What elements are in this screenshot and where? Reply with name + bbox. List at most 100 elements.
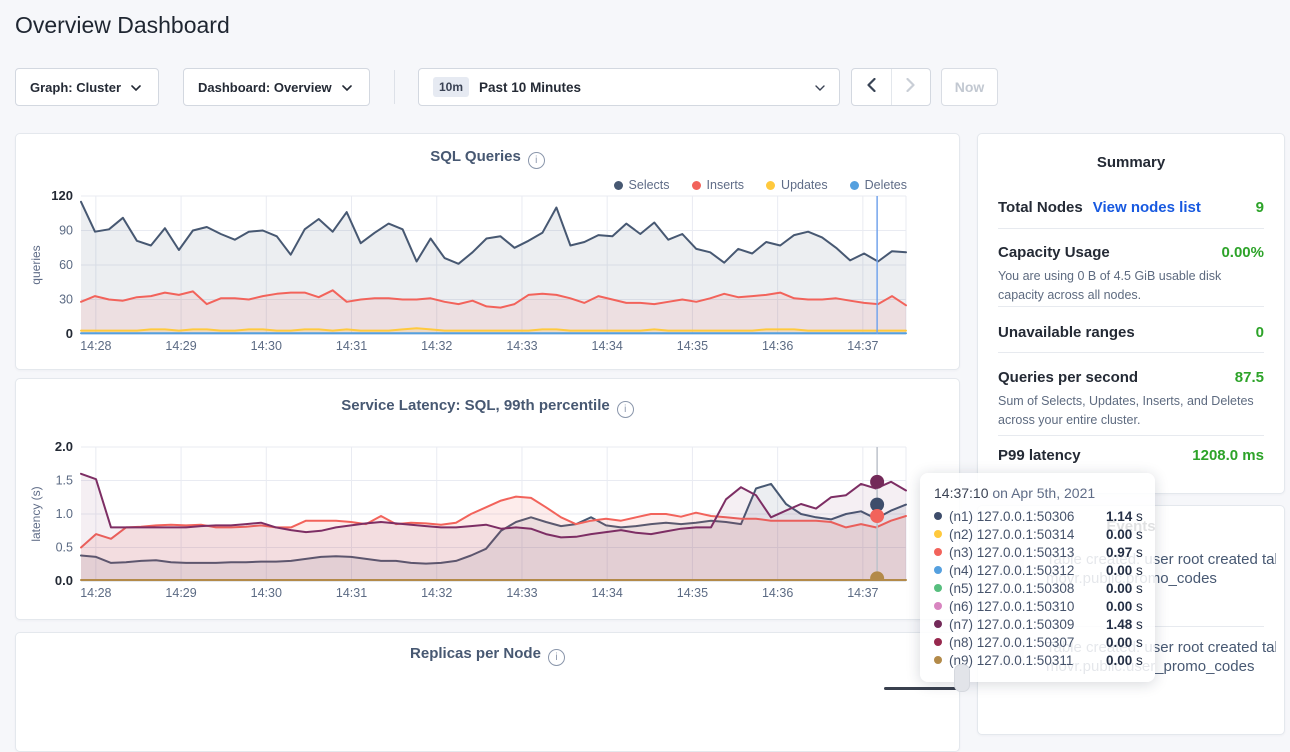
node-color-dot [934,512,942,520]
tooltip-row: (n1) 127.0.0.1:50306 1.14 s [934,507,1141,525]
summary-label: P99 latency [998,447,1081,464]
dashboard-dropdown-label: Dashboard: Overview [198,80,332,95]
summary-value: 1208.0 ms [1192,447,1264,464]
node-color-dot [934,584,942,592]
node-address: (n8) 127.0.0.1:50307 [949,635,1099,650]
node-value: 0.97 s [1106,545,1143,560]
divider [998,228,1264,229]
node-color-dot [934,620,942,628]
node-value: 0.00 s [1106,599,1143,614]
node-color-dot [934,530,942,538]
svg-text:14:37: 14:37 [847,586,878,600]
svg-text:14:32: 14:32 [421,339,452,353]
info-icon[interactable] [548,649,565,666]
service-latency-card: Service Latency: SQL, 99th percentile 14… [15,378,960,620]
summary-row-p99: P99 latency 1208.0 ms [998,447,1264,464]
node-address: (n1) 127.0.0.1:50306 [949,509,1099,524]
tooltip-row: (n4) 127.0.0.1:50312 0.00 s [934,561,1141,579]
svg-text:14:31: 14:31 [336,339,367,353]
page-title: Overview Dashboard [15,12,230,39]
time-range-dropdown[interactable]: 10m Past 10 Minutes [418,68,840,106]
svg-text:14:31: 14:31 [336,586,367,600]
summary-label: Capacity Usage [998,244,1110,261]
svg-text:14:34: 14:34 [592,586,623,600]
graph-dropdown[interactable]: Graph: Cluster [15,68,159,106]
time-badge: 10m [433,77,469,97]
node-address: (n3) 127.0.0.1:50313 [949,545,1099,560]
next-range-button[interactable] [891,69,931,105]
svg-text:14:30: 14:30 [251,586,282,600]
summary-row-capacity: Capacity Usage 0.00% [998,244,1264,261]
svg-text:latency (s): latency (s) [29,486,43,541]
svg-text:30: 30 [59,293,73,307]
tooltip-row: (n8) 127.0.0.1:50307 0.00 s [934,633,1141,651]
node-color-dot [934,548,942,556]
node-color-dot [934,656,942,664]
summary-label: Unavailable ranges [998,324,1135,341]
node-color-dot [934,602,942,610]
chevron-down-icon [342,78,352,96]
node-value: 0.00 s [1106,563,1143,578]
svg-text:14:34: 14:34 [592,339,623,353]
svg-text:0.5: 0.5 [56,541,73,555]
summary-value: 0 [1256,324,1264,341]
tooltip-row: (n6) 127.0.0.1:50310 0.00 s [934,597,1141,615]
node-value: 0.00 s [1106,653,1143,668]
node-address: (n7) 127.0.0.1:50309 [949,617,1099,632]
svg-text:14:33: 14:33 [506,586,537,600]
divider [998,306,1264,307]
node-color-dot [934,566,942,574]
node-value: 0.00 s [1106,581,1143,596]
time-nav-group [851,68,931,106]
replicas-per-node-title: Replicas per Node [410,645,541,662]
tooltip-row: (n2) 127.0.0.1:50314 0.00 s [934,525,1141,543]
node-address: (n5) 127.0.0.1:50308 [949,581,1099,596]
node-value: 0.00 s [1106,635,1143,650]
chevron-down-icon [815,78,825,96]
svg-text:14:28: 14:28 [80,339,111,353]
summary-value: 87.5 [1235,369,1264,386]
dashboard-dropdown[interactable]: Dashboard: Overview [183,68,370,106]
svg-text:14:32: 14:32 [421,586,452,600]
node-address: (n2) 127.0.0.1:50314 [949,527,1099,542]
svg-text:14:37: 14:37 [847,339,878,353]
scrollbar-thumb[interactable] [954,664,970,692]
svg-text:90: 90 [59,224,73,238]
view-nodes-link[interactable]: View nodes list [1093,199,1201,216]
svg-text:1.0: 1.0 [56,507,73,521]
chevron-down-icon [131,78,141,96]
summary-panel: Summary Total Nodes View nodes list 9 Ca… [977,133,1285,494]
divider [998,352,1264,353]
now-button[interactable]: Now [941,68,998,106]
time-range-label: Past 10 Minutes [479,80,581,95]
summary-row-total-nodes: Total Nodes View nodes list 9 [998,199,1264,216]
svg-text:0.0: 0.0 [55,573,73,588]
node-address: (n4) 127.0.0.1:50312 [949,563,1099,578]
summary-label: Queries per second [998,369,1138,386]
chart-hover-tooltip: 14:37:10 on Apr 5th, 2021 (n1) 127.0.0.1… [920,473,1155,682]
svg-text:0: 0 [66,326,73,341]
svg-text:14:36: 14:36 [762,339,793,353]
node-color-dot [934,638,942,646]
node-address: (n9) 127.0.0.1:50311 [949,653,1099,668]
sql-queries-chart[interactable]: 14:2814:2914:3014:3114:3214:3314:3414:35… [16,134,959,369]
svg-text:14:36: 14:36 [762,586,793,600]
node-value: 1.14 s [1106,509,1143,524]
prev-range-button[interactable] [852,69,891,105]
svg-text:14:30: 14:30 [251,339,282,353]
summary-title: Summary [978,154,1284,171]
tooltip-row: (n3) 127.0.0.1:50313 0.97 s [934,543,1141,561]
svg-text:14:29: 14:29 [165,586,196,600]
svg-text:60: 60 [59,258,73,272]
service-latency-chart[interactable]: 14:28 14:29 14:30 14:31 14:32 14:33 14:34 14:35… [16,379,959,619]
svg-text:14:28: 14:28 [80,586,111,600]
replicas-per-node-card: Replicas per Node [15,632,960,752]
graph-dropdown-label: Graph: Cluster [30,80,121,95]
node-value: 0.00 s [1106,527,1143,542]
divider [394,70,395,104]
summary-value: 0.00% [1221,244,1264,261]
svg-text:14:35: 14:35 [677,586,708,600]
node-address: (n6) 127.0.0.1:50310 [949,599,1099,614]
svg-text:1.5: 1.5 [56,474,73,488]
svg-text:14:29: 14:29 [165,339,196,353]
